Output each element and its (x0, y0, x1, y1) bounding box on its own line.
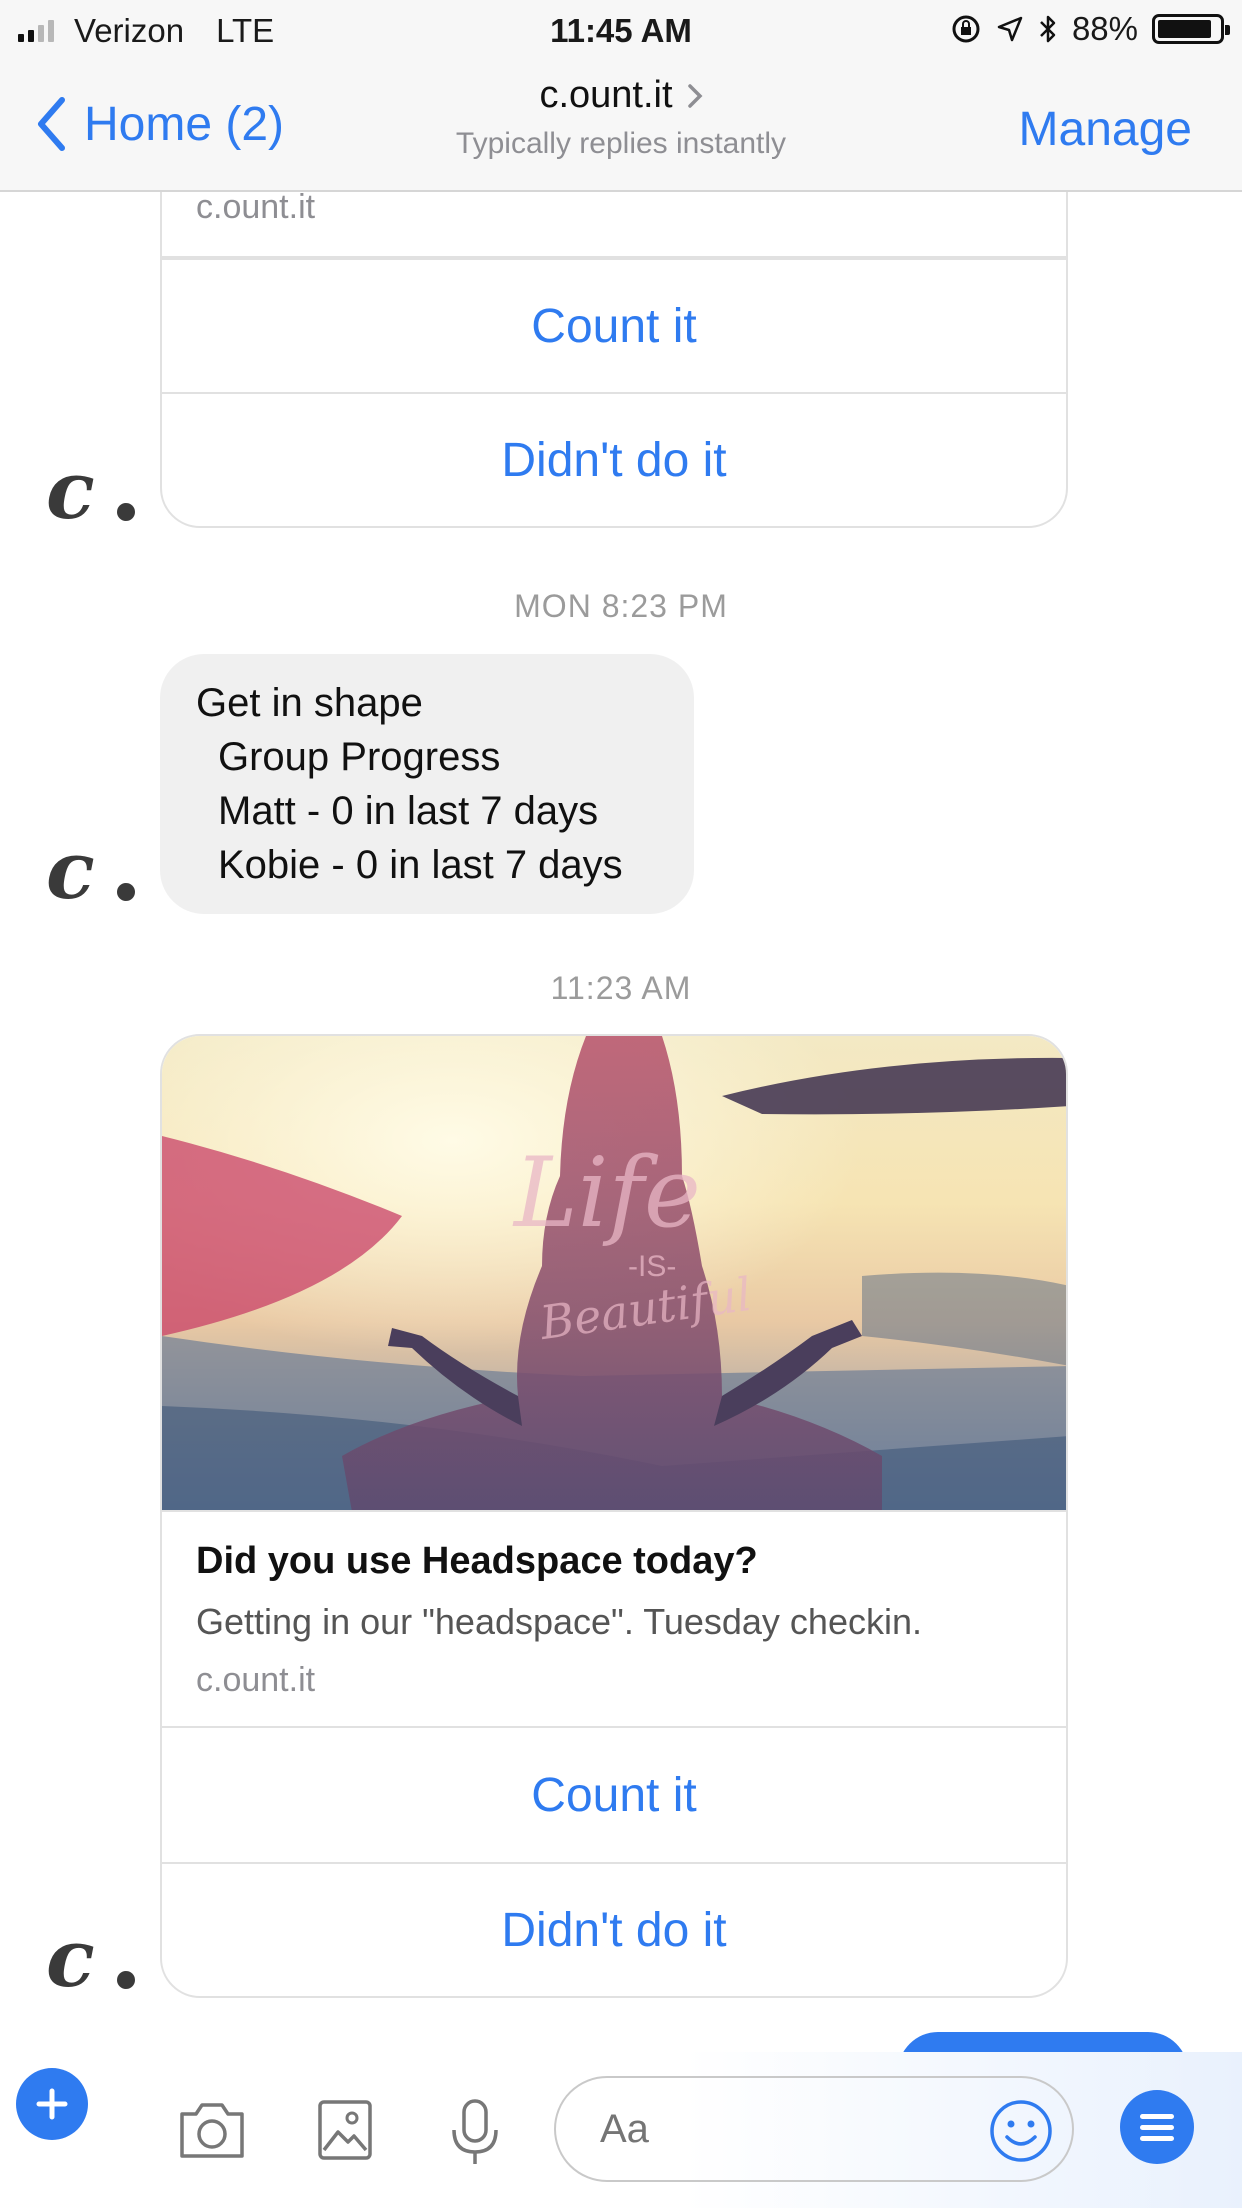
bot-avatar[interactable]: c (44, 1924, 144, 2004)
microphone-icon[interactable] (448, 2098, 502, 2168)
plus-icon (36, 2088, 68, 2120)
menu-button[interactable] (1120, 2090, 1194, 2164)
message-line: Matt - 0 in last 7 days (218, 789, 599, 833)
composer-bar (0, 2052, 1242, 2208)
message-list[interactable]: c.ount.it Count it Didn't do it c MON 8:… (0, 192, 1242, 2052)
lock-rotation-icon (952, 15, 980, 43)
card-title: Did you use Headspace today? (196, 1540, 758, 1582)
title-text: c.ount.it (539, 74, 673, 116)
timestamp: 11:23 AM (550, 970, 692, 1006)
svg-text:c: c (46, 836, 95, 916)
count-it-button[interactable]: Count it (162, 1728, 1066, 1862)
didnt-do-it-button[interactable]: Didn't do it (162, 1862, 1066, 1996)
battery-percent: 88% (1071, 10, 1138, 47)
nav-bar: Home (2) c.ount.it Typically replies ins… (0, 62, 1242, 192)
card-image[interactable]: Life -IS- Beautiful (162, 1036, 1066, 1512)
outgoing-message-bubble[interactable] (898, 2032, 1188, 2052)
bot-avatar[interactable]: c (44, 836, 144, 916)
message-line: Kobie - 0 in last 7 days (218, 843, 623, 887)
message-line: Group Progress (218, 735, 501, 779)
plus-button[interactable] (16, 2068, 88, 2140)
smiley-icon[interactable] (988, 2098, 1054, 2164)
card-domain: c.ount.it (162, 192, 1066, 258)
meditation-image: Life -IS- Beautiful (162, 1036, 1066, 1510)
manage-button[interactable]: Manage (1019, 102, 1192, 157)
timestamp: MON 8:23 PM (514, 588, 728, 624)
didnt-do-it-button[interactable]: Didn't do it (162, 392, 1066, 526)
battery-icon (1152, 14, 1230, 44)
card-description: Getting in our "headspace". Tuesday chec… (196, 1601, 922, 1642)
svg-text:c: c (46, 1924, 95, 2004)
card-body[interactable]: Did you use Headspace today? Getting in … (162, 1512, 1066, 1728)
card-domain: c.ount.it (196, 1661, 316, 1699)
bluetooth-icon (1040, 15, 1056, 43)
camera-icon[interactable] (176, 2098, 248, 2162)
location-arrow-icon (997, 16, 1023, 42)
status-bar: Verizon LTE 11:45 AM 88% (0, 0, 1242, 62)
text-message-bubble[interactable]: Get in shape Group Progress Matt - 0 in … (160, 654, 694, 914)
svg-text:c: c (46, 456, 95, 536)
message-line: Get in shape (196, 681, 423, 725)
image-text-life: Life (512, 1137, 701, 1249)
status-right: 88% (950, 10, 1230, 48)
message-card-2: Life -IS- Beautiful Did you use Headspac… (160, 1034, 1068, 1998)
bot-avatar[interactable]: c (44, 456, 144, 536)
chevron-right-icon (687, 83, 703, 108)
image-icon[interactable] (316, 2098, 374, 2162)
conversation-title: c.ount.it (539, 74, 703, 117)
count-it-button[interactable]: Count it (162, 258, 1066, 392)
message-card-1: c.ount.it Count it Didn't do it (160, 192, 1068, 528)
